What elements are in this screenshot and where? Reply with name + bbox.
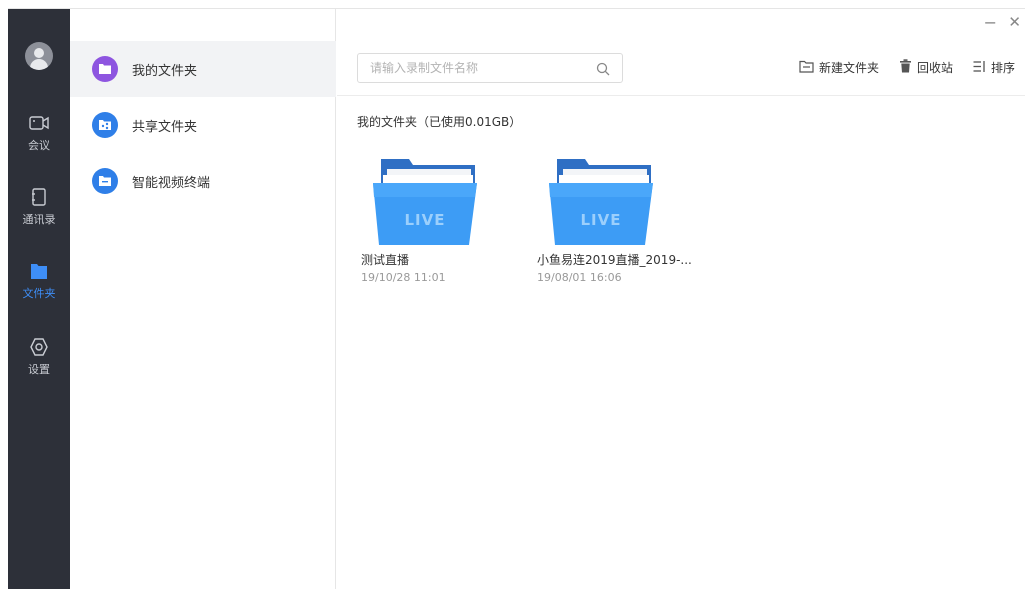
rail-item-folder[interactable]: 文件夹 xyxy=(8,261,70,313)
folder-item-label: 我的文件夹 xyxy=(132,63,198,79)
file-card[interactable]: LIVE 小鱼易连2019直播_2019-... 19/08/01 16:06 xyxy=(537,157,697,284)
recycle-bin-label: 回收站 xyxy=(916,61,953,75)
trash-icon xyxy=(899,59,912,76)
minimize-button[interactable]: − xyxy=(984,13,997,32)
camera-icon xyxy=(29,113,49,133)
search-input[interactable] xyxy=(370,61,580,75)
search-icon[interactable] xyxy=(596,61,610,80)
file-name: 小鱼易连2019直播_2019-... xyxy=(537,253,692,267)
new-folder-label: 新建文件夹 xyxy=(818,61,879,75)
folder-panel: 我的文件夹 共享文件夹 智能视频终端 xyxy=(70,9,336,589)
toolbar: 新建文件夹 回收站 排序 xyxy=(799,59,1015,76)
section-title: 我的文件夹（已使用0.01GB） xyxy=(357,115,522,129)
search-box xyxy=(357,53,623,83)
avatar[interactable] xyxy=(25,42,53,70)
folder-item-terminal[interactable]: 智能视频终端 xyxy=(70,153,336,209)
file-name: 测试直播 xyxy=(361,253,410,267)
app-window: 会议 通讯录 文件夹 设置 我的文件夹 共享文件夹 智能视频终端 − ✕ 请输入… xyxy=(8,8,1025,589)
new-folder-button[interactable]: 新建文件夹 xyxy=(799,59,879,76)
rail-item-contacts[interactable]: 通讯录 xyxy=(8,187,70,239)
live-badge: LIVE xyxy=(405,211,446,229)
sort-button[interactable]: 排序 xyxy=(973,59,1015,76)
file-date: 19/10/28 11:01 xyxy=(361,271,446,284)
rail-item-meeting[interactable]: 会议 xyxy=(8,113,70,165)
divider xyxy=(337,95,1025,96)
sort-label: 排序 xyxy=(990,61,1015,75)
settings-icon xyxy=(29,337,49,357)
sort-icon xyxy=(973,60,986,76)
live-folder-icon: LIVE xyxy=(361,157,521,247)
folder-item-shared[interactable]: 共享文件夹 xyxy=(70,97,336,153)
close-button[interactable]: ✕ xyxy=(1008,13,1021,31)
main-content: − ✕ 新建文件夹 回收站 xyxy=(337,9,1025,589)
folder-item-label: 共享文件夹 xyxy=(132,119,198,135)
file-date: 19/08/01 16:06 xyxy=(537,271,622,284)
folder-item-label: 智能视频终端 xyxy=(132,175,211,191)
nav-rail: 会议 通讯录 文件夹 设置 xyxy=(8,9,70,589)
folder-icon xyxy=(29,261,49,281)
rail-item-settings[interactable]: 设置 xyxy=(8,337,70,389)
terminal-folder-icon xyxy=(92,168,118,194)
rail-label: 设置 xyxy=(28,363,50,376)
rail-label: 会议 xyxy=(28,139,50,152)
new-folder-icon xyxy=(799,60,814,76)
contacts-icon xyxy=(29,187,49,207)
folder-item-my[interactable]: 我的文件夹 xyxy=(70,41,336,97)
my-folder-icon xyxy=(92,56,118,82)
live-folder-icon: LIVE xyxy=(537,157,697,247)
recycle-bin-button[interactable]: 回收站 xyxy=(899,59,953,76)
file-card[interactable]: LIVE 测试直播 19/10/28 11:01 xyxy=(361,157,521,284)
live-badge: LIVE xyxy=(581,211,622,229)
rail-label: 文件夹 xyxy=(22,287,56,300)
shared-folder-icon xyxy=(92,112,118,138)
rail-label: 通讯录 xyxy=(22,213,56,226)
